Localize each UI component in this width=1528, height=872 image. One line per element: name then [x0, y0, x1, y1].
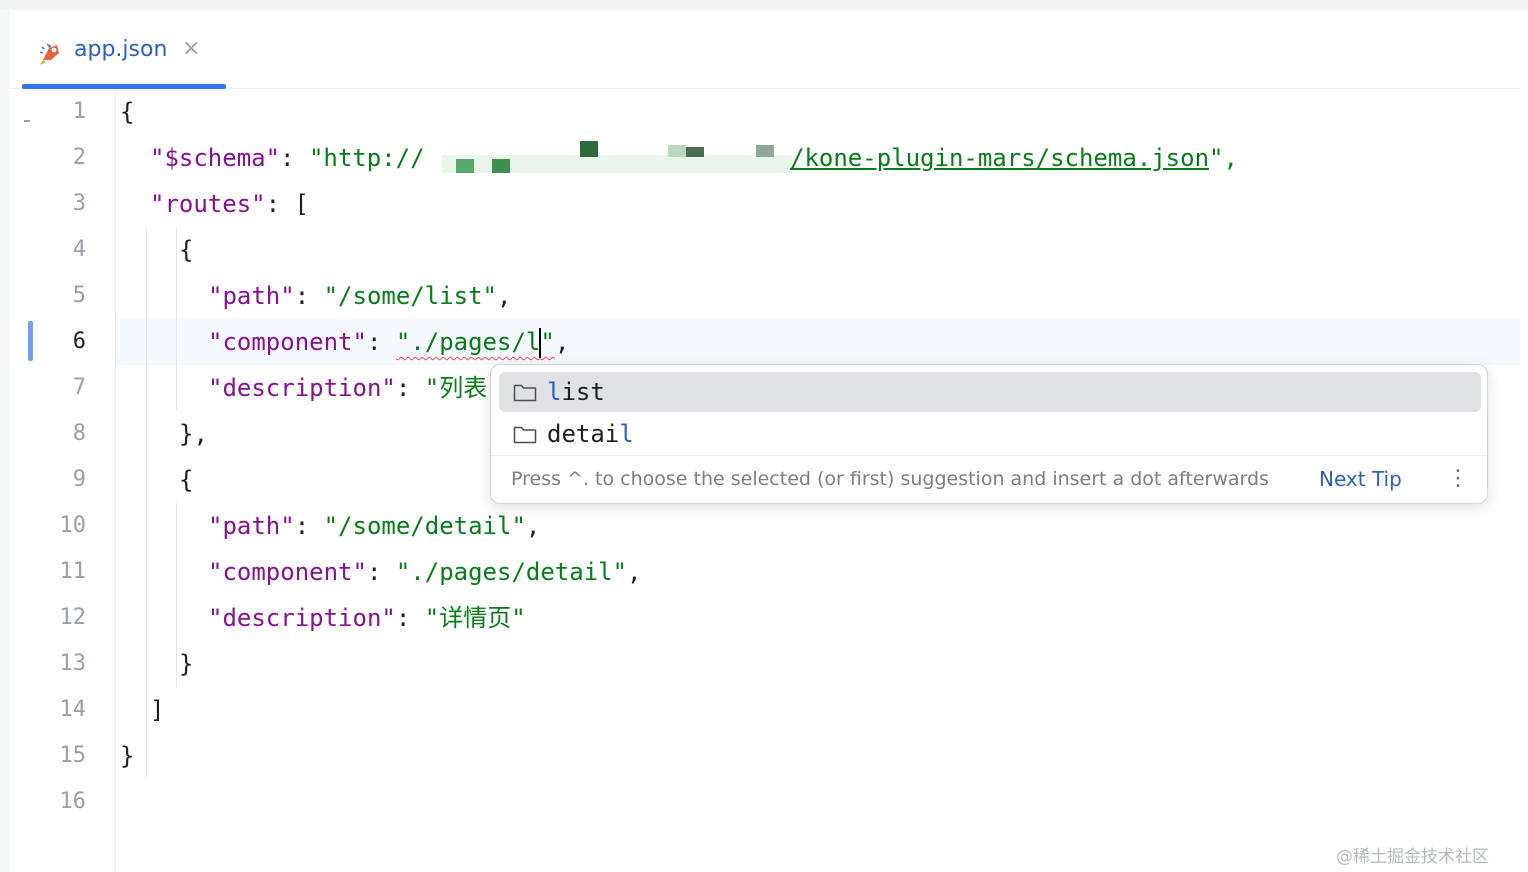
- code-line-8: },: [179, 420, 208, 448]
- json-key: "component": [208, 328, 367, 356]
- code-line-10: "path": "/some/detail",: [208, 512, 541, 540]
- json-key: "description": [208, 374, 396, 402]
- line-number: 7: [72, 375, 86, 400]
- line-number: 11: [59, 559, 87, 584]
- code-line-12: "description": "详情页": [208, 604, 526, 632]
- redacted-pixel: [456, 159, 474, 173]
- redacted-pixel: [668, 145, 686, 157]
- unresolved-path-value: "./pages/l: [395, 328, 541, 356]
- indent-guide: [146, 227, 147, 779]
- watermark: @稀土掘金技术社区: [1336, 847, 1489, 867]
- line-number-gutter[interactable]: 1 2 3 4 5 6 7 8 9 10 11 12 13 14 15 16: [16, 89, 116, 872]
- code-line-7: "description": "列表: [208, 374, 488, 402]
- more-options-icon[interactable]: ⋮: [1447, 456, 1469, 502]
- code-line-2-tail: /kone-plugin-mars/schema.json",: [790, 144, 1238, 172]
- code-line-14: ]: [150, 696, 165, 724]
- code-line-9: {: [179, 466, 194, 494]
- line-number: 9: [72, 467, 86, 492]
- completion-popup: list detail Press ^. to choose the selec…: [490, 364, 1488, 504]
- redacted-pixel: [756, 145, 774, 157]
- line-number: 8: [72, 421, 86, 446]
- code-line-13: }: [179, 650, 194, 678]
- line-number: 10: [59, 513, 87, 538]
- line-number: 16: [59, 789, 87, 814]
- redacted-pixel: [686, 147, 704, 157]
- line-number: 2: [72, 145, 86, 170]
- code-line-6: "component": "./pages/l",: [208, 328, 570, 358]
- tab-app-json[interactable]: app.json ×: [16, 10, 226, 89]
- completion-item-detail[interactable]: detail: [499, 414, 1481, 454]
- json-key: "description": [208, 604, 396, 632]
- completion-hint: Press ^. to choose the selected (or firs…: [511, 468, 1269, 490]
- line-number: 3: [72, 191, 86, 216]
- next-tip-link[interactable]: Next Tip: [1319, 456, 1402, 502]
- completion-label: detail: [547, 420, 634, 448]
- completion-label: list: [547, 378, 605, 406]
- code-line-4: {: [179, 236, 194, 264]
- code-line-11: "component": "./pages/detail",: [208, 558, 642, 586]
- line-number-current: 6: [72, 329, 86, 354]
- line-number: 14: [59, 697, 87, 722]
- line-number: 4: [72, 237, 86, 262]
- json-key: "path": [208, 512, 295, 540]
- json-key: "component": [208, 558, 367, 586]
- line-number: 1: [72, 99, 86, 124]
- folder-icon: [513, 426, 537, 444]
- completion-item-list[interactable]: list: [499, 372, 1481, 412]
- code-line-5: "path": "/some/list",: [208, 282, 512, 310]
- json-key: "path": [208, 282, 295, 310]
- json-key: "$schema": [150, 144, 281, 172]
- line-number: 15: [59, 743, 87, 768]
- line-number: 12: [59, 605, 87, 630]
- line-number: 13: [59, 651, 87, 676]
- mars-rocket-icon: [39, 43, 59, 65]
- redacted-pixel: [580, 141, 598, 157]
- schema-url: "http://: [308, 144, 425, 172]
- window-right-strip: [1520, 10, 1528, 872]
- line-number: 5: [72, 283, 86, 308]
- window-top-strip: [0, 0, 1528, 10]
- code-line-15: }: [120, 742, 135, 770]
- redacted-pixel: [492, 159, 510, 173]
- indent-guide: [176, 503, 177, 687]
- indent-guide: [176, 227, 177, 411]
- close-icon[interactable]: ×: [182, 36, 200, 61]
- code-line-2: "$schema": "http://: [150, 144, 425, 172]
- code-line-3: "routes": [: [150, 190, 309, 218]
- code-line-1: {: [120, 98, 135, 126]
- json-key: "routes": [150, 190, 266, 218]
- folder-icon: [513, 384, 537, 402]
- window-left-strip: [0, 10, 10, 872]
- editor-tab-bar: app.json ×: [10, 10, 1520, 89]
- schema-url-path: /kone-plugin-mars/schema.json: [790, 144, 1210, 172]
- tab-filename: app.json: [74, 37, 168, 62]
- completion-footer: Press ^. to choose the selected (or firs…: [491, 455, 1487, 502]
